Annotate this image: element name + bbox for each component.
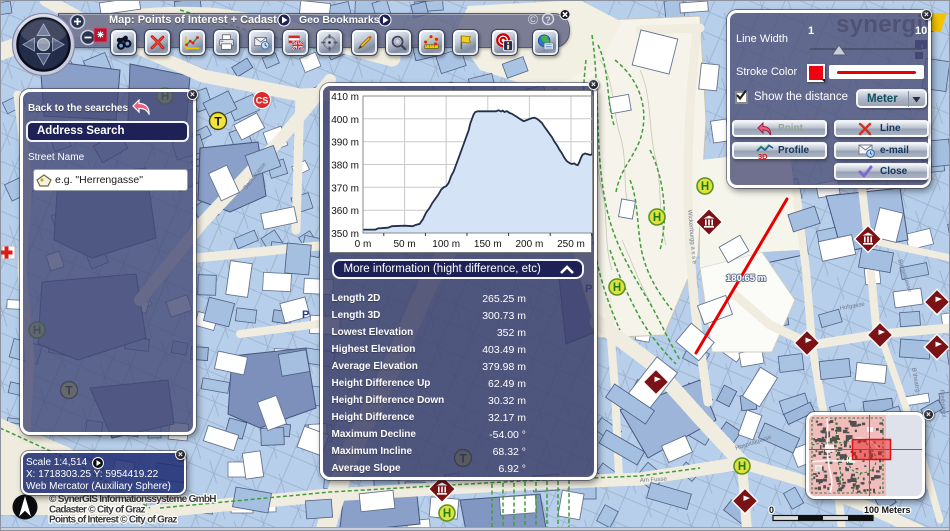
svg-text:3D: 3D (758, 152, 768, 160)
svg-text:100 m: 100 m (432, 239, 460, 250)
svg-text:50 m: 50 m (393, 239, 415, 250)
svg-text:200 m: 200 m (515, 239, 543, 250)
svg-text:370 m: 370 m (331, 183, 359, 194)
svg-text:390 m: 390 m (331, 138, 359, 149)
svg-text:360 m: 360 m (331, 206, 359, 217)
svg-text:410 m: 410 m (331, 92, 359, 103)
svg-text:380 m: 380 m (331, 161, 359, 172)
svg-text:250 m: 250 m (557, 239, 585, 250)
svg-text:0 m: 0 m (354, 239, 371, 250)
svg-text:100 Meters: 100 Meters (864, 505, 911, 515)
svg-text:150 m: 150 m (473, 239, 501, 250)
svg-text:© SynerGIS Informationssysteme: © SynerGIS Informationssysteme GmbH (49, 494, 216, 505)
svg-text:©: © (528, 11, 539, 27)
svg-text:400 m: 400 m (331, 115, 359, 126)
svg-text:Points of Interest © City of G: Points of Interest © City of Graz (49, 515, 177, 526)
svg-text:180.65 m: 180.65 m (726, 273, 766, 284)
svg-text:P: P (302, 309, 309, 321)
svg-text:?: ? (545, 15, 551, 25)
svg-text:0: 0 (769, 505, 774, 515)
svg-text:CS: CS (256, 96, 269, 106)
